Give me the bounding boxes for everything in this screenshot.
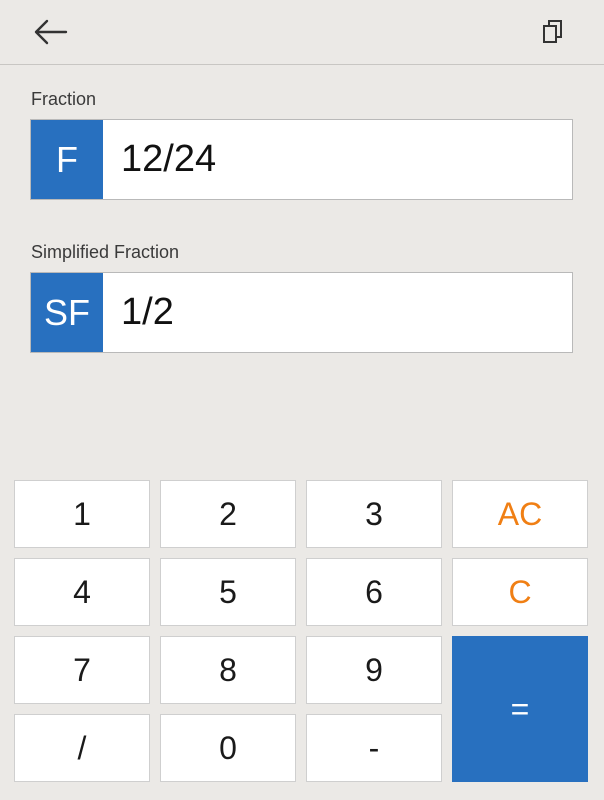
simplified-fraction-badge: SF [31, 273, 103, 352]
key-3[interactable]: 3 [306, 480, 442, 548]
key-minus[interactable]: - [306, 714, 442, 782]
key-8[interactable]: 8 [160, 636, 296, 704]
key-6[interactable]: 6 [306, 558, 442, 626]
key-0[interactable]: 0 [160, 714, 296, 782]
back-button[interactable] [28, 10, 72, 54]
simplified-fraction-label: Simplified Fraction [31, 242, 180, 262]
copy-button[interactable] [531, 10, 575, 54]
key-1[interactable]: 1 [14, 480, 150, 548]
top-bar [0, 0, 604, 65]
copy-icon [543, 20, 562, 43]
fraction-label: Fraction [31, 89, 97, 109]
arrow-left-icon [34, 19, 68, 45]
clear-button[interactable]: C [452, 558, 588, 626]
simplified-fraction-field: SF 1/2 [30, 272, 573, 353]
key-9[interactable]: 9 [306, 636, 442, 704]
fraction-field[interactable]: F 12/24 [30, 119, 573, 200]
fraction-badge: F [31, 120, 103, 199]
key-2[interactable]: 2 [160, 480, 296, 548]
key-4[interactable]: 4 [14, 558, 150, 626]
simplified-fraction-output: 1/2 [121, 291, 174, 333]
key-7[interactable]: 7 [14, 636, 150, 704]
all-clear-button[interactable]: AC [452, 480, 588, 548]
key-slash[interactable]: / [14, 714, 150, 782]
equals-button[interactable]: = [452, 636, 588, 782]
key-5[interactable]: 5 [160, 558, 296, 626]
fraction-input[interactable]: 12/24 [103, 120, 572, 199]
